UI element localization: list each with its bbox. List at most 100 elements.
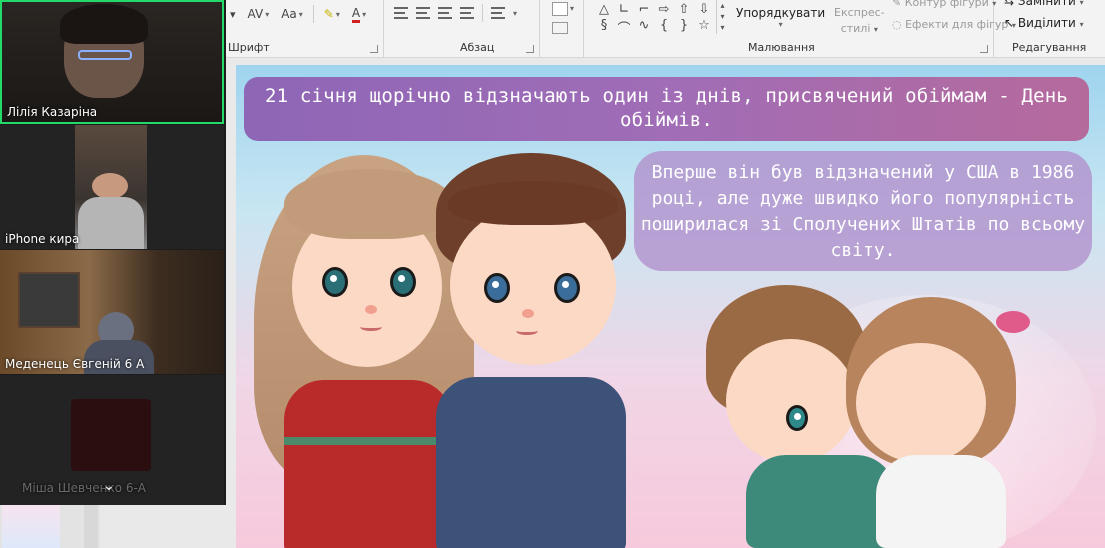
chevron-down-icon: ▾ — [778, 20, 783, 29]
brace-right-icon[interactable]: } — [674, 18, 694, 34]
drawing-group: △ ∟ ⌐ ⇨ ⇧ ⇩ § ⌒ ∿ { } ☆ ▴ ▾ ▾ Упорядкувати… — [584, 0, 1016, 58]
font-group-label: Шрифт — [228, 41, 270, 54]
separator — [312, 5, 314, 23]
shapes-gallery-scroll[interactable]: ▴ ▾ ▾ — [716, 0, 728, 34]
boy-face — [450, 205, 616, 365]
chevron-down-icon: ▾ — [1079, 20, 1084, 29]
font-dialog-launcher-icon[interactable] — [370, 45, 378, 53]
arrow-shape-icon[interactable]: ⇨ — [654, 2, 674, 18]
girl-right-eye — [390, 267, 416, 297]
curve-shape-icon[interactable]: ⌒ — [614, 18, 634, 37]
quick-styles-button[interactable]: Експрес- стилі ▾ — [834, 5, 885, 38]
arrow-shape-icon[interactable]: ⇧ — [674, 2, 694, 18]
chevron-down-icon: ▾ — [720, 12, 725, 21]
highlight-color-button[interactable]: ✎ ▾ — [322, 4, 342, 24]
brace-left-icon[interactable]: { — [654, 18, 674, 34]
more-icon: ▾ — [720, 23, 725, 32]
chevron-up-icon: ▴ — [720, 1, 725, 10]
boy-right-eye — [554, 273, 580, 303]
participant-tile[interactable]: iPhone кира — [0, 125, 224, 249]
hugging-boy-shirt — [746, 455, 896, 548]
hugging-girl-shirt — [876, 455, 1006, 548]
boy-sweater — [436, 377, 626, 548]
person-body — [78, 197, 144, 249]
ribbon: ▾ AV ▾ Aa ▾ ✎ ▾ A ▾ Шрифт ▾ Абзац ▾ △ ∟ … — [226, 0, 1105, 58]
chevron-down-icon: ▾ — [265, 9, 270, 19]
font-color-button[interactable]: A ▾ — [350, 4, 368, 24]
chevron-down-icon: ▾ — [873, 25, 878, 34]
slide-thumbnail[interactable] — [2, 505, 60, 548]
girl-sweater-stripe — [284, 437, 452, 445]
arrange-button[interactable]: Упорядкувати ▾ — [736, 6, 825, 29]
smartart-icon[interactable] — [552, 2, 568, 16]
drawing-dialog-launcher-icon[interactable] — [980, 45, 988, 53]
hair-bow — [996, 311, 1030, 333]
triangle-shape-icon[interactable]: △ — [594, 2, 614, 18]
editing-group-label: Редагування — [1012, 41, 1087, 54]
girl-mouth — [360, 323, 382, 331]
chevron-down-icon[interactable]: ⌄ — [103, 478, 115, 494]
paragraph-group: ▾ Абзац — [384, 0, 540, 58]
rounded-connector-icon[interactable]: ⌐ — [634, 2, 654, 18]
editing-group: ⇆ Замінити ▾ ↖ Виділити ▾ Редагування — [994, 0, 1105, 58]
replace-icon: ⇆ — [1004, 0, 1015, 8]
room-shelf — [18, 272, 80, 328]
chevron-down-icon: ▾ — [335, 9, 340, 19]
columns-icon[interactable] — [491, 7, 505, 19]
pencil-icon: ✎ — [892, 0, 902, 9]
person-hair — [60, 4, 148, 44]
slide-canvas[interactable]: 21 січня щорічно відзначають один із дні… — [236, 65, 1105, 548]
replace-button[interactable]: ⇆ Замінити ▾ — [1004, 0, 1084, 8]
hugging-girl-face — [856, 343, 986, 463]
thumbnail-scrollbar[interactable] — [84, 505, 98, 548]
justify-icon[interactable] — [460, 7, 474, 19]
chevron-down-icon: ▾ — [362, 9, 367, 19]
boy-illustration — [436, 153, 646, 548]
hugging-kids-illustration — [706, 285, 1036, 548]
chevron-down-icon: ▾ — [570, 4, 575, 13]
font-case-toggle[interactable]: ▾ — [228, 4, 238, 24]
font-group: ▾ AV ▾ Aa ▾ ✎ ▾ A ▾ Шрифт — [226, 0, 384, 58]
arrow-shape-icon[interactable]: ⇩ — [694, 2, 714, 18]
chevron-down-icon: ▾ — [1079, 0, 1084, 7]
video-participant-strip: Лілія Казаріна iPhone кира Меденець Євге… — [0, 0, 226, 505]
girl-sweater — [284, 380, 452, 548]
girl-left-eye — [322, 267, 348, 297]
boy-nose — [522, 309, 534, 318]
shapes-gallery[interactable]: △ ∟ ⌐ ⇨ ⇧ ⇩ § ⌒ ∿ { } ☆ — [594, 2, 714, 37]
select-button[interactable]: ↖ Виділити ▾ — [1004, 16, 1084, 30]
separator — [482, 4, 483, 22]
title-banner[interactable]: 21 січня щорічно відзначають один із дні… — [244, 77, 1089, 141]
align-left-icon[interactable] — [394, 7, 408, 19]
participant-name: Міша Шевченко 6-А — [22, 481, 147, 495]
participant-avatar-placeholder — [71, 399, 151, 471]
character-spacing-button[interactable]: AV ▾ — [246, 4, 272, 24]
hugging-boy-eye — [786, 405, 808, 431]
align-center-icon[interactable] — [416, 7, 430, 19]
select-cursor-icon: ↖ — [1004, 16, 1015, 30]
info-text-box[interactable]: Вперше він був відзначений у США в 1986 … — [634, 151, 1092, 271]
chevron-down-icon: ▾ — [513, 8, 518, 18]
star-shape-icon[interactable]: ☆ — [694, 18, 714, 34]
participant-tile[interactable]: Меденець Євгеній 6 А — [0, 250, 224, 374]
participant-tile[interactable]: Лілія Казаріна — [0, 0, 224, 124]
convert-group: ▾ — [540, 0, 584, 58]
glasses — [78, 50, 132, 60]
elbow-connector-icon[interactable]: ∟ — [614, 2, 634, 18]
chevron-down-icon: ▾ — [298, 9, 303, 19]
girl-bangs — [284, 169, 454, 239]
align-right-icon[interactable] — [438, 7, 452, 19]
change-case-button[interactable]: Aa ▾ — [279, 4, 305, 24]
wave-shape-icon[interactable]: ∿ — [634, 18, 654, 34]
curve-shape-icon[interactable]: § — [594, 18, 614, 34]
paragraph-dialog-launcher-icon[interactable] — [526, 45, 534, 53]
participant-name: Меденець Євгеній 6 А — [5, 357, 145, 371]
arrange-shapes-icon[interactable] — [552, 22, 568, 34]
participant-name: Лілія Казаріна — [7, 105, 98, 119]
effects-icon: ◌ — [892, 18, 902, 31]
participant-name: iPhone кира — [5, 232, 80, 246]
shape-outline-button[interactable]: ✎ Контур фігури ▾ — [892, 0, 996, 9]
boy-mouth — [516, 327, 538, 335]
drawing-group-label: Малювання — [748, 41, 815, 54]
boy-left-eye — [484, 273, 510, 303]
